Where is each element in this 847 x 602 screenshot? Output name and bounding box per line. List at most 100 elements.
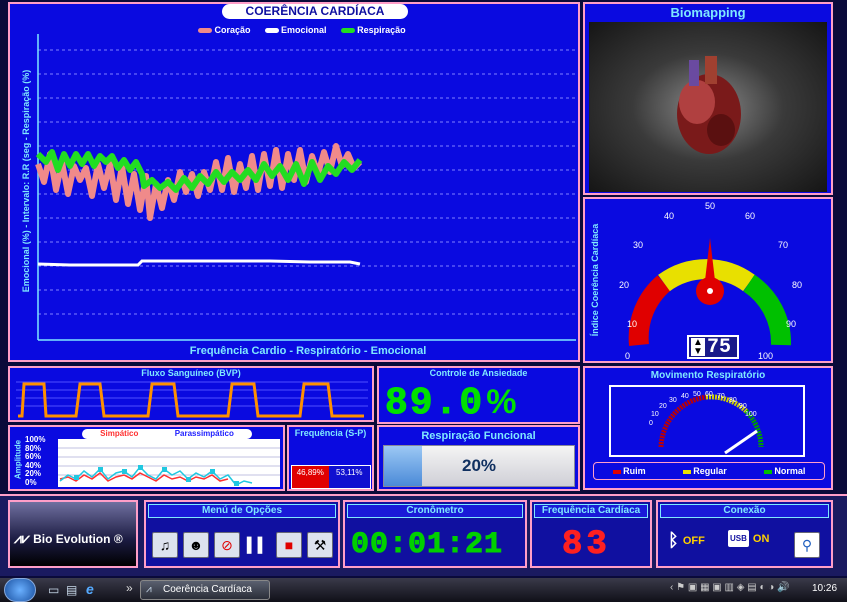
- menu-title: Menú de Opções: [148, 504, 336, 518]
- resp-tick-60: 60: [705, 391, 713, 398]
- connection-title: Conexão: [660, 504, 829, 518]
- heart-rate-panel: Frequência Cardíaca 83: [530, 500, 652, 568]
- legend-ruim: Ruim: [612, 466, 646, 476]
- bvp-wave: [18, 382, 364, 418]
- series-emocional: [37, 259, 361, 267]
- tools-button[interactable]: ⚒: [307, 532, 333, 558]
- music-icon: ♫: [159, 537, 171, 553]
- bvp-plot: [16, 381, 368, 418]
- heart-rate-title: Frequência Cardíaca: [534, 504, 648, 518]
- cancel-button[interactable]: ⊘: [214, 532, 240, 558]
- functional-breathing-panel: Respiração Funcional 20%: [377, 425, 580, 491]
- resp-tick-0: 0: [649, 420, 653, 427]
- logo-text: ⩘⩗ Bio Evolution ®: [14, 530, 123, 546]
- resp-tick-70: 70: [717, 393, 725, 400]
- chronometer-value: 00:01:21: [350, 528, 504, 563]
- stop-icon: ■: [284, 537, 294, 553]
- search-button[interactable]: ⚲: [794, 532, 820, 558]
- stop-button[interactable]: ■: [276, 532, 302, 558]
- pause-icon: ▍▍: [247, 536, 269, 553]
- resp-tick-20: 20: [659, 403, 667, 410]
- gauge-tick-30: 30: [633, 240, 643, 250]
- respiratory-legend: Ruim Regular Normal: [593, 462, 825, 480]
- taskbar-window-button[interactable]: ⩘ Coerência Cardíaca: [140, 580, 270, 600]
- gauge-tick-50: 50: [705, 201, 715, 211]
- window-switch-icon[interactable]: ▤: [66, 583, 77, 597]
- app-icon: ⩘: [146, 584, 152, 595]
- updown-icon[interactable]: ▲ ▼: [691, 338, 705, 357]
- logo-panel: ⩘⩗ Bio Evolution ®: [8, 500, 138, 568]
- browser-icon[interactable]: e: [86, 581, 94, 597]
- people-icon: ☻: [188, 537, 204, 553]
- gauge-tick-80: 80: [792, 280, 802, 290]
- coherence-chart-panel: COERÊNCIA CARDÍACA Coração Emocional Res…: [8, 2, 580, 362]
- bluetooth-state: OFF: [682, 534, 705, 547]
- menu-panel: Menú de Opções ♫ ☻ ⊘ ▍▍ ■ ⚒: [144, 500, 340, 568]
- bluetooth-toggle[interactable]: ᛒ OFF: [668, 530, 705, 551]
- amplitude-plot: [58, 439, 280, 487]
- resp-tick-40: 40: [681, 393, 689, 400]
- show-desktop-icon[interactable]: ▭: [48, 583, 59, 597]
- coherence-index-panel: Índice Coerência Cardíaca 0 10 20 30 40 …: [583, 197, 833, 363]
- anxiety-display: 89.0 %: [384, 382, 517, 426]
- gauge-tick-70: 70: [778, 240, 788, 250]
- usb-toggle[interactable]: USB ON: [728, 530, 769, 547]
- sp-title: Frequência (S-P): [294, 428, 367, 438]
- chart-xlabel: Frequência Cardio - Respiratório - Emoci…: [189, 345, 427, 357]
- start-button[interactable]: [4, 578, 36, 602]
- functional-breathing-value: 20%: [461, 456, 497, 475]
- sp-simpatico-bar: 46,89%: [292, 466, 329, 488]
- usb-icon: USB: [728, 530, 749, 547]
- chronometer-title: Cronômetro: [347, 504, 523, 518]
- heart-rate-value: 83: [562, 526, 611, 565]
- functional-breathing-title: Respiração Funcional: [421, 430, 536, 442]
- chart-plot: [35, 34, 576, 341]
- gauge-tick-40: 40: [664, 211, 674, 221]
- amplitude-panel: Amplitude Simpático Parassimpático 100% 8…: [8, 425, 285, 491]
- music-button[interactable]: ♫: [152, 532, 178, 558]
- heart-image: [589, 22, 827, 192]
- gauge-tick-0: 0: [625, 351, 630, 361]
- resp-tick-90: 90: [739, 403, 747, 410]
- resp-tick-10: 10: [651, 411, 659, 418]
- taskbar: ▭ ▤ e » ⩘ Coerência Cardíaca ‹ ⚑ ▣ ▦ ▣ ▥…: [0, 578, 847, 602]
- resp-tick-50: 50: [693, 391, 701, 398]
- legend-normal: Normal: [763, 466, 805, 476]
- usb-state: ON: [752, 532, 770, 545]
- system-tray: ‹ ⚑ ▣ ▦ ▣ ▥ ◈ ▤ ◐ ◑ 🔊: [670, 582, 790, 593]
- anxiety-unit: %: [486, 383, 517, 421]
- gauge-tick-10: 10: [627, 319, 637, 329]
- functional-breathing-bar: 20%: [383, 445, 575, 487]
- taskbar-overflow-arrow[interactable]: »: [126, 581, 133, 595]
- biomapping-title: Biomapping: [670, 5, 746, 20]
- taskbar-clock: 10:26: [812, 583, 838, 594]
- respiratory-movement-title: Movimento Respiratório: [650, 370, 766, 381]
- gauge-tick-90: 90: [786, 319, 796, 329]
- resp-tick-80: 80: [729, 397, 737, 404]
- pause-button[interactable]: ▍▍: [245, 532, 271, 558]
- gauge-tick-60: 60: [745, 211, 755, 221]
- gauge-tick-100: 100: [758, 351, 773, 361]
- resp-tick-30: 30: [669, 397, 677, 404]
- sp-parassimpatico-bar: 53,11%: [328, 466, 370, 488]
- anxiety-title: Controle de Ansiedade: [429, 368, 528, 378]
- connection-panel: Conexão ᛒ OFF USB ON ⚲: [656, 500, 833, 568]
- no-icon: ⊘: [221, 536, 233, 553]
- sp-frequency-panel: Frequência (S-P) 46,89% 53,11%: [287, 425, 374, 491]
- tools-icon: ⚒: [313, 536, 327, 553]
- resp-tick-100: 100: [745, 411, 757, 418]
- anxiety-panel: Controle de Ansiedade 89.0 %: [377, 366, 580, 426]
- bluetooth-icon: ᛒ: [668, 530, 679, 550]
- gauge-tick-20: 20: [619, 280, 629, 290]
- biomapping-panel: Biomapping: [583, 2, 833, 195]
- logo-mark-icon: ⩘⩗: [14, 530, 30, 546]
- chronometer-panel: Cronômetro 00:01:21: [343, 500, 527, 568]
- sp-bar: 46,89% 53,11%: [291, 465, 371, 489]
- gauge-value-box: ▲ ▼ 75: [687, 335, 739, 359]
- people-button[interactable]: ☻: [183, 532, 209, 558]
- gauge-value: 75: [707, 335, 732, 359]
- legend-regular: Regular: [682, 466, 727, 476]
- respiratory-movement-panel: Movimento Respiratório 0 10 20 30 40 50 …: [583, 366, 833, 490]
- bvp-panel: Fluxo Sanguíneo (BVP): [8, 366, 374, 422]
- magnifier-icon: ⚲: [801, 536, 813, 553]
